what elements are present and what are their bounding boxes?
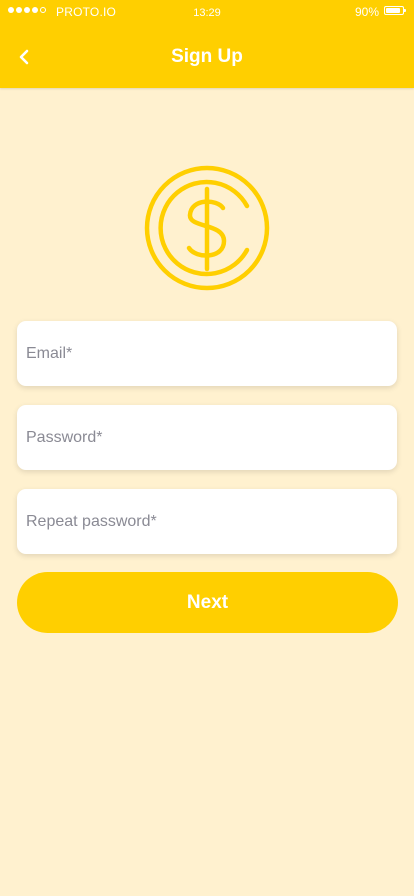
app-header: PROTO.IO 13:29 90% Sign Up — [0, 0, 414, 88]
battery-level — [386, 8, 401, 13]
battery-icon — [384, 6, 406, 15]
email-field[interactable] — [17, 321, 397, 386]
next-button-label: Next — [186, 591, 229, 613]
dollar-coin-icon — [144, 165, 270, 291]
coin-graphic — [144, 165, 270, 291]
page-title: Sign Up — [171, 46, 243, 67]
status-bar: PROTO.IO 13:29 90% — [0, 0, 414, 24]
status-time: 13:29 — [193, 7, 221, 19]
password-field[interactable] — [17, 405, 397, 470]
battery-percentage: 90% — [354, 5, 379, 19]
next-button[interactable]: Next — [17, 572, 398, 633]
repeat-password-field[interactable] — [17, 489, 397, 554]
